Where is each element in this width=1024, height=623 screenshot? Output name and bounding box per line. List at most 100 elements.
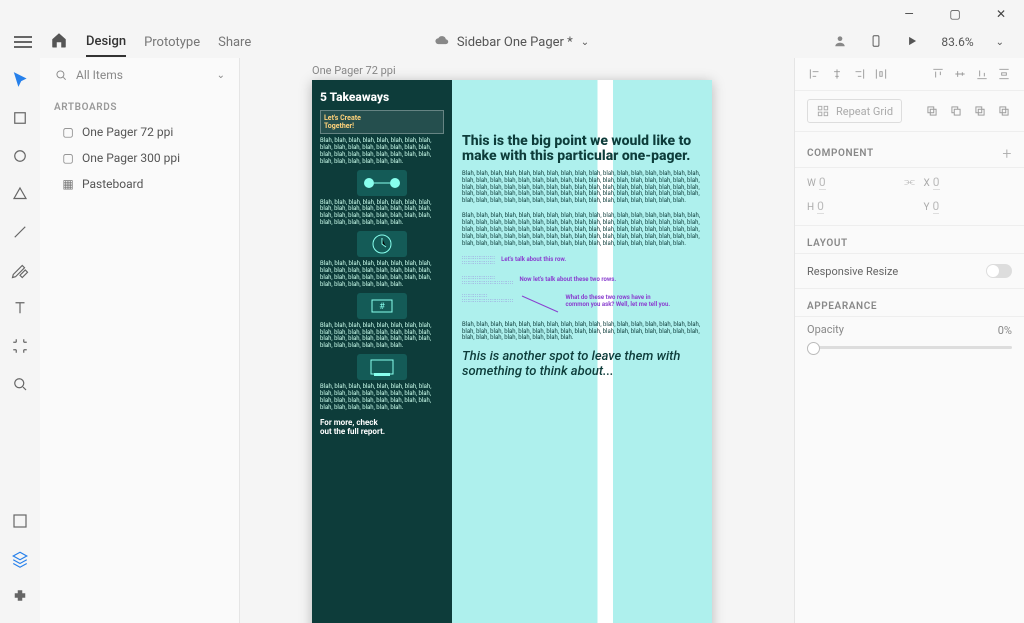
artboard-title-label[interactable]: One Pager 72 ppi (312, 64, 396, 77)
main-para: Blah, blah, blah, blah, blah, blah, blah… (462, 213, 702, 247)
artboards-heading: ARTBOARDS (40, 92, 239, 119)
artboard-item-label: One Pager 72 ppi (82, 125, 173, 139)
x-value[interactable]: 0 (933, 175, 940, 190)
artboard-tool[interactable] (8, 334, 32, 358)
text-tool[interactable] (8, 296, 32, 320)
responsive-resize-toggle[interactable] (986, 264, 1012, 278)
canvas[interactable]: One Pager 72 ppi 5 Takeaways Let's Creat… (240, 58, 794, 623)
sidebar-footer: For more, check out the full report. (320, 418, 444, 436)
illustration-icon: # (357, 293, 407, 319)
width-value[interactable]: 0 (819, 175, 826, 190)
window-maximize-button[interactable]: ▢ (932, 0, 978, 28)
search-label: All Items (76, 68, 123, 82)
window-close-button[interactable]: ✕ (978, 0, 1024, 28)
artboard[interactable]: 5 Takeaways Let's Create Together! Blah,… (312, 80, 712, 623)
cloud-icon (435, 33, 449, 51)
annotation-text: What do these two rows have in common yo… (566, 294, 676, 308)
align-vcenter-icon[interactable] (952, 66, 968, 82)
responsive-resize-label: Responsive Resize (807, 265, 898, 278)
assets-icon[interactable] (8, 509, 32, 533)
component-heading: COMPONENT (807, 148, 874, 159)
distribute-h-icon[interactable] (873, 66, 889, 82)
opacity-slider[interactable] (807, 346, 1012, 349)
illustration-icon (357, 354, 407, 380)
y-value[interactable]: 0 (933, 199, 940, 214)
align-top-icon[interactable] (930, 66, 946, 82)
ellipse-tool[interactable] (8, 144, 32, 168)
design-sidebar: 5 Takeaways Let's Create Together! Blah,… (312, 80, 452, 623)
tab-design[interactable]: Design (86, 28, 126, 57)
path-subtract-icon[interactable] (948, 103, 964, 119)
dot-pattern: ∷∷∷∷∷∷∷∷∷∷∷∷∷∷ (462, 299, 514, 304)
align-right-icon[interactable] (851, 66, 867, 82)
annotation-text: Let's talk about this row. (501, 256, 566, 263)
main-para: Blah, blah, blah, blah, blah, blah, blah… (462, 322, 702, 343)
width-label: W (807, 178, 816, 189)
pasteboard-item-label: Pasteboard (82, 177, 143, 191)
document-title: Sidebar One Pager * (457, 35, 573, 50)
align-left-icon[interactable] (807, 66, 823, 82)
path-intersect-icon[interactable] (972, 103, 988, 119)
x-label: X (924, 178, 930, 189)
tab-share[interactable]: Share (218, 29, 251, 56)
pasteboard-item[interactable]: ▦ Pasteboard (40, 171, 239, 197)
rectangle-tool[interactable] (8, 106, 32, 130)
search-chevron-icon[interactable]: ⌄ (217, 70, 225, 81)
distribute-v-icon[interactable] (996, 66, 1012, 82)
svg-text:#: # (379, 302, 385, 312)
design-main: This is the big point we would like to m… (452, 80, 712, 623)
closing-text: This is another spot to leave them with … (462, 350, 702, 380)
height-label: H (807, 202, 814, 213)
artboard-item-label: One Pager 300 ppi (82, 151, 180, 165)
menu-icon[interactable] (14, 36, 32, 48)
sidebar-para: Blah, blah, blah, blah, blah, blah, blah… (320, 261, 444, 289)
artboard-item[interactable]: ▢ One Pager 300 ppi (40, 145, 239, 171)
polygon-tool[interactable] (8, 182, 32, 206)
annotation-text: Now let's talk about these two rows. (520, 276, 617, 283)
y-label: Y (924, 202, 930, 213)
illustration-icon (357, 231, 407, 257)
path-exclude-icon[interactable] (996, 103, 1012, 119)
align-hcenter-icon[interactable] (829, 66, 845, 82)
sidebar-para: Blah, blah, blah, blah, blah, blah, blah… (320, 138, 444, 166)
zoom-value[interactable]: 83.6% (941, 35, 973, 49)
artboard-icon: ▢ (62, 152, 74, 164)
user-icon[interactable] (833, 34, 847, 51)
layers-icon[interactable] (8, 547, 32, 571)
chevron-down-icon[interactable]: ⌄ (581, 37, 589, 48)
main-para: Blah, blah, blah, blah, blah, blah, blah… (462, 171, 702, 205)
opacity-label: Opacity (807, 323, 1012, 340)
plugins-icon[interactable] (8, 585, 32, 609)
line-tool[interactable] (8, 220, 32, 244)
mobile-preview-icon[interactable] (869, 34, 883, 51)
sidebar-title: 5 Takeaways (320, 90, 444, 104)
align-bottom-icon[interactable] (974, 66, 990, 82)
zoom-tool[interactable] (8, 372, 32, 396)
arrow-icon (520, 294, 560, 314)
main-headline: This is the big point we would like to m… (462, 134, 702, 165)
pen-tool[interactable] (8, 258, 32, 282)
create-box: Let's Create Together! (320, 110, 444, 134)
home-icon[interactable] (50, 31, 68, 53)
dot-pattern: ∷∷∷∷∷∷∷∷∷ (462, 261, 495, 266)
opacity-value: 0% (998, 324, 1012, 337)
play-icon[interactable] (905, 34, 919, 51)
select-tool[interactable] (8, 68, 32, 92)
illustration-icon (357, 170, 407, 196)
zoom-chevron-icon[interactable]: ⌄ (996, 37, 1004, 48)
add-component-button[interactable]: + (1002, 144, 1012, 163)
sidebar-para: Blah, blah, blah, blah, blah, blah, blah… (320, 200, 444, 228)
pasteboard-icon: ▦ (62, 178, 74, 190)
height-value[interactable]: 0 (817, 199, 824, 214)
repeat-grid-button[interactable]: Repeat Grid (807, 99, 902, 123)
sidebar-para: Blah, blah, blah, blah, blah, blah, blah… (320, 384, 444, 412)
lock-aspect-icon[interactable]: ⫘ (902, 174, 918, 189)
path-add-icon[interactable] (924, 103, 940, 119)
tab-prototype[interactable]: Prototype (144, 29, 200, 56)
appearance-heading: APPEARANCE (807, 301, 877, 312)
artboard-item[interactable]: ▢ One Pager 72 ppi (40, 119, 239, 145)
dot-pattern: ∷∷∷∷∷∷∷∷∷∷∷∷∷∷ (462, 281, 514, 286)
window-minimize-button[interactable]: — (886, 0, 932, 28)
artboard-icon: ▢ (62, 126, 74, 138)
layers-search[interactable]: All Items ⌄ (40, 58, 239, 92)
